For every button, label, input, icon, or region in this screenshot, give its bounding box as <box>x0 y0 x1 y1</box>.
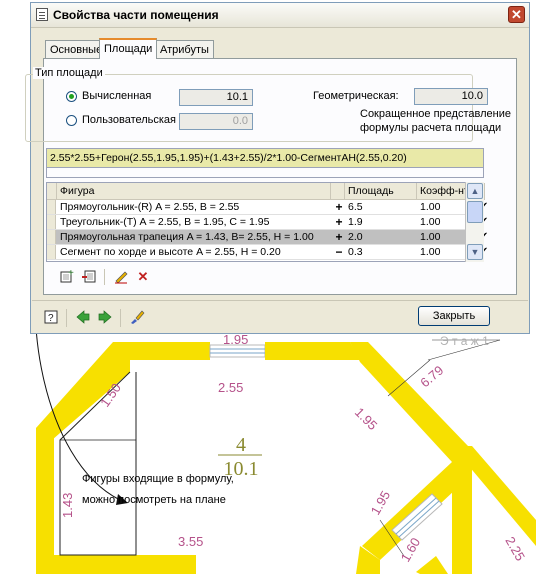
table-row[interactable]: Треугольник-(T) A = 2.55, B = 1.95, C = … <box>47 215 488 230</box>
dim-lower-right: 2.25 <box>502 534 528 563</box>
radio-custom-label: Пользовательская <box>82 114 177 126</box>
plan-note-line2: можно посмотреть на плане <box>82 494 226 506</box>
footer-separator <box>32 300 528 301</box>
formula-field[interactable]: 2.55*2.55+Герон(2.55,1.95,1.95)+(1.43+2.… <box>46 148 484 168</box>
figure-cell: Прямоугольник-(R) A = 2.55, B = 2.55 <box>60 201 240 213</box>
figures-grid: Фигура Площадь Коэфф-нт Прямоугольник-(R… <box>46 182 488 262</box>
row-indicator <box>47 215 56 229</box>
toolbar-divider <box>104 269 105 285</box>
area-cell[interactable]: 1.9 <box>345 215 417 229</box>
area-type-legend: Тип площади <box>33 67 105 79</box>
area-cell[interactable]: 0.3 <box>345 245 417 259</box>
scroll-down-icon[interactable]: ▼ <box>467 244 483 260</box>
svg-text:+: + <box>68 268 74 279</box>
formula-note: Сокращенное представление формулы расчет… <box>360 107 511 135</box>
sign-cell[interactable]: − <box>333 245 345 259</box>
radio-custom[interactable] <box>66 115 77 126</box>
footer-divider <box>66 309 67 327</box>
delete-x-icon[interactable]: ✕ <box>134 268 152 286</box>
title-bar[interactable]: Свойства части помещения ✕ <box>31 3 529 28</box>
scroll-up-icon[interactable]: ▲ <box>467 183 483 199</box>
scroll-thumb[interactable] <box>467 201 483 223</box>
formula-field-bottom <box>46 168 484 178</box>
tab-basic[interactable]: Основные <box>45 40 108 58</box>
tab-areas[interactable]: Площади <box>99 38 158 59</box>
svg-text:?: ? <box>48 313 54 324</box>
close-button[interactable]: Закрыть <box>418 306 490 326</box>
tab-attributes[interactable]: Атрибуты <box>155 40 214 58</box>
grid-header-sign <box>331 183 345 200</box>
plan-note: Фигуры входящие в формулу, можно посмотр… <box>82 469 234 511</box>
formula-note-line1: Сокращенное представление <box>360 108 511 120</box>
grid-header-area[interactable]: Площадь <box>345 183 417 200</box>
table-row[interactable]: Сегмент по хорде и высоте A = 2.55, H = … <box>47 245 488 260</box>
custom-area-field[interactable]: 0.0 <box>179 113 253 130</box>
room-number: 4 <box>236 434 246 456</box>
dim-right-diag: 1.95 <box>352 405 381 434</box>
add-figure-icon[interactable]: + <box>58 268 76 286</box>
geometric-area-field: 10.0 <box>414 88 488 105</box>
table-row[interactable]: Прямоугольник-(R) A = 2.55, B = 2.55 + 6… <box>47 200 488 215</box>
brush-icon[interactable] <box>128 309 146 327</box>
figure-cell: Прямоугольная трапеция A = 1.43, B= 2.55… <box>60 231 314 243</box>
dim-bottom: 3.55 <box>178 534 203 549</box>
row-indicator <box>47 230 56 244</box>
dialog-title: Свойства части помещения <box>53 8 219 22</box>
back-arrow-icon[interactable] <box>74 309 92 327</box>
dim-right-outer: 6.79 <box>417 363 446 391</box>
sign-cell[interactable]: + <box>333 200 345 214</box>
calculated-area-field[interactable]: 10.1 <box>179 89 253 106</box>
dim-top-door: 1.95 <box>223 332 248 347</box>
dim-left-vert: 1.43 <box>60 493 75 518</box>
figure-cell: Треугольник-(T) A = 2.55, B = 1.95, C = … <box>60 216 270 228</box>
svg-text:Э т а ж 1: Э т а ж 1 <box>440 334 489 348</box>
grid-header-figure[interactable]: Фигура <box>57 183 331 200</box>
sign-cell[interactable]: + <box>333 230 345 244</box>
dim-top: 2.55 <box>218 380 243 395</box>
help-icon[interactable]: ? <box>42 309 60 327</box>
grid-scrollbar[interactable]: ▲ ▼ <box>465 182 484 262</box>
sign-cell[interactable]: + <box>333 215 345 229</box>
radio-calculated[interactable] <box>66 91 77 102</box>
row-indicator <box>47 245 56 259</box>
footer-divider <box>120 309 121 327</box>
area-cell[interactable]: 6.5 <box>345 200 417 214</box>
figure-cell: Сегмент по хорде и высоте A = 2.55, H = … <box>60 246 281 258</box>
close-icon[interactable]: ✕ <box>508 6 525 23</box>
document-icon <box>36 8 48 21</box>
plan-note-line1: Фигуры входящие в формулу, <box>82 473 234 485</box>
edit-pencil-icon[interactable] <box>112 268 130 286</box>
geometric-label: Геометрическая: <box>313 90 399 102</box>
row-indicator <box>47 200 56 214</box>
forward-arrow-icon[interactable] <box>96 309 114 327</box>
plan-walls <box>36 342 536 574</box>
insert-figure-icon[interactable] <box>80 268 98 286</box>
table-row-selected[interactable]: Прямоугольная трапеция A = 1.43, B= 2.55… <box>47 230 488 245</box>
area-cell[interactable]: 2.0 <box>345 230 417 244</box>
formula-note-line2: формулы расчета площади <box>360 122 502 134</box>
grid-header-indicator <box>47 183 57 200</box>
dim-door-lower: 1.95 <box>368 488 394 517</box>
radio-calculated-label: Вычисленная <box>82 90 152 102</box>
